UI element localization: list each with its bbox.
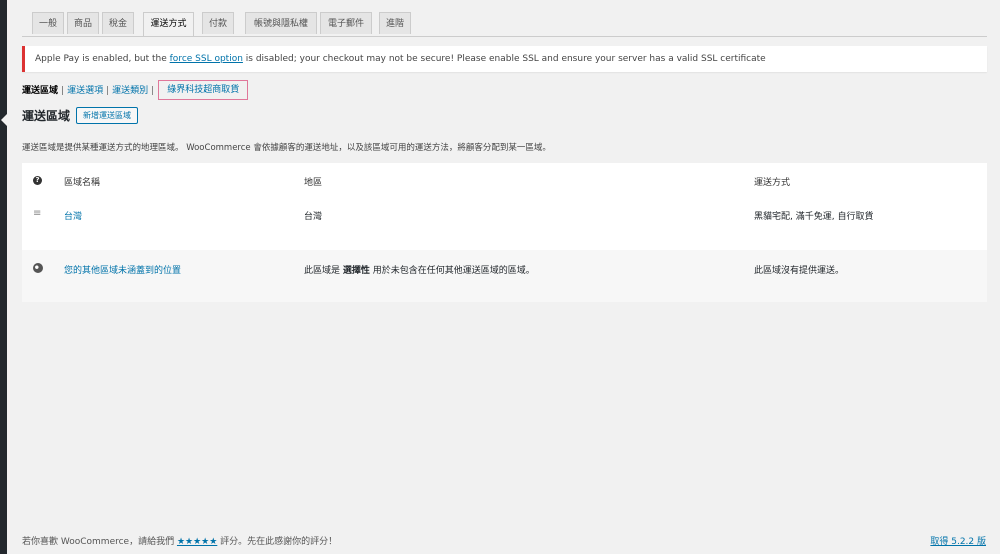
rating-stars-link[interactable]: ★★★★★ (177, 537, 217, 547)
page-heading: 運送區域 新增運送區域 (22, 107, 139, 127)
table-row[interactable]: ≡ 台灣 台灣 黑貓宅配, 滿千免運, 自行取貨 (22, 197, 987, 251)
zone-name-link[interactable]: 台灣 (64, 209, 82, 222)
shipping-zones-table: ? 區域名稱 地區 運送方式 ≡ 台灣 台灣 黑貓宅配, 滿千免運, 自行取貨 … (22, 163, 987, 302)
help-icon[interactable]: ? (33, 176, 42, 185)
drag-handle-icon[interactable]: ≡ (33, 209, 43, 219)
subnav-shipping-classes[interactable]: 運送類別 (112, 86, 148, 96)
admin-sidebar-edge (0, 0, 8, 554)
tab-tax[interactable]: 稅金 (102, 12, 134, 34)
table-header: ? 區域名稱 地區 運送方式 (22, 163, 987, 198)
tab-products[interactable]: 商品 (67, 12, 99, 34)
version-link[interactable]: 取得 5.2.2 版 (930, 534, 986, 547)
subnav-separator: | (106, 86, 110, 96)
force-ssl-link[interactable]: force SSL option (170, 54, 243, 64)
footer-text-after: 評分。先在此感謝你的評分！ (217, 537, 338, 547)
table-row-rest-of-world[interactable]: 您的其他區域未涵蓋到的位置 此區域是 選擇性 用於未包含在任何其他運送區域的區域… (22, 250, 987, 302)
shipping-subnav: 運送區域 | 運送選項 | 運送類別 | 綠界科技超商取貨 (22, 80, 249, 100)
globe-icon (33, 263, 43, 273)
notice-text-after: is disabled; your checkout may not be se… (242, 54, 766, 64)
page-title: 運送區域 (22, 109, 71, 123)
header-shipping-methods: 運送方式 (754, 178, 791, 188)
current-menu-arrow (1, 113, 8, 127)
tab-shipping[interactable]: 運送方式 (143, 12, 194, 36)
zone-region: 台灣 (304, 212, 323, 222)
subnav-shipping-zones[interactable]: 運送區域 (22, 86, 58, 96)
header-zone-name: 區域名稱 (64, 178, 101, 188)
rest-of-world-methods: 此區域沒有提供運送。 (754, 266, 845, 276)
subnav-shipping-options[interactable]: 運送選項 (67, 86, 103, 96)
add-shipping-zone-button[interactable]: 新增運送區域 (76, 107, 139, 124)
tab-payments[interactable]: 付款 (202, 12, 234, 34)
tab-emails[interactable]: 電子郵件 (320, 12, 372, 34)
footer-rating-text: 若你喜歡 WooCommerce，請給我們 ★★★★★ 評分。先在此感謝你的評分… (22, 534, 337, 547)
region-text-after: 用於未包含在任何其他運送區域的區域。 (369, 266, 535, 276)
subnav-separator: | (151, 86, 155, 96)
header-region: 地區 (304, 178, 323, 188)
region-text-before: 此區域是 (304, 266, 343, 276)
region-text-bold: 選擇性 (342, 266, 370, 276)
tab-general[interactable]: 一般 (32, 12, 64, 34)
subnav-ecpay-cvs-pickup[interactable]: 綠界科技超商取貨 (158, 80, 249, 100)
notice-text-before: Apple Pay is enabled, but the (35, 54, 170, 64)
rest-of-world-link[interactable]: 您的其他區域未涵蓋到的位置 (64, 263, 181, 276)
tab-accounts-privacy[interactable]: 帳號與隱私權 (245, 12, 317, 34)
zones-description: 運送區域是提供某種運送方式的地理區域。 WooCommerce 會依據顧客的運送… (22, 143, 551, 153)
subnav-separator: | (61, 86, 65, 96)
footer-text-before: 若你喜歡 WooCommerce，請給我們 (22, 537, 177, 547)
zone-methods: 黑貓宅配, 滿千免運, 自行取貨 (754, 212, 874, 222)
ssl-warning-notice: Apple Pay is enabled, but the force SSL … (22, 46, 987, 72)
rest-of-world-region: 此區域是 選擇性 用於未包含在任何其他運送區域的區域。 (304, 263, 535, 276)
tab-advanced[interactable]: 進階 (379, 12, 411, 34)
settings-tabs: 一般 商品 稅金 運送方式 付款 帳號與隱私權 電子郵件 進階 (22, 12, 987, 37)
